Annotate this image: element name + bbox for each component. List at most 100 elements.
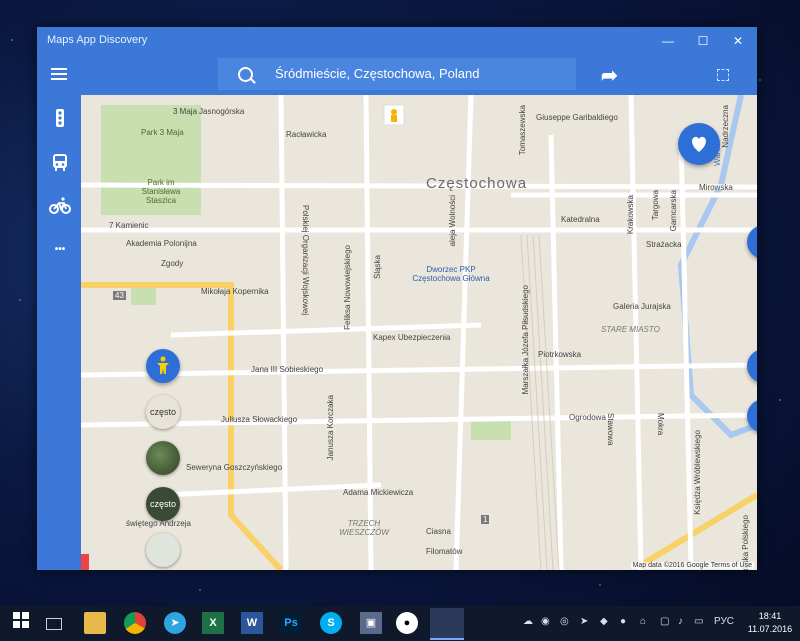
cloud-icon[interactable]: ☁ <box>523 616 533 627</box>
map-street-label: Ciasna <box>426 527 451 536</box>
map-street-label: aleja Wolności <box>448 195 457 247</box>
store-icon[interactable]: ▣ <box>360 612 382 634</box>
road-number-badge: 1 <box>481 515 490 524</box>
chrome-icon[interactable] <box>124 612 146 634</box>
map-style-satellite-thumb[interactable] <box>146 441 180 475</box>
telegram-icon[interactable]: ➤ <box>164 612 186 634</box>
maximize-button[interactable]: ☐ <box>688 31 718 51</box>
map-street-label: Garncarska <box>669 190 678 232</box>
network-icon[interactable]: ⌂ <box>640 616 646 627</box>
map-street-label: Feliksa Nowowiejskiego <box>343 245 352 330</box>
sidebar: ••• <box>37 95 81 570</box>
steam-icon[interactable]: ◉ <box>541 616 550 627</box>
map-street-label: Janusza Korczaka <box>326 395 335 461</box>
road-number-badge: 43 <box>113 291 126 300</box>
map-poi-label: Galeria Jurajska <box>613 302 671 311</box>
more-options-button[interactable]: ••• <box>49 239 71 261</box>
map-street-label: Księdza Wróblewskiego <box>693 430 702 515</box>
map-street-label: Racławicka <box>286 130 327 139</box>
map-style-default-thumb[interactable]: często <box>146 395 180 429</box>
search-box[interactable]: Śródmieście, Częstochowa, Poland <box>218 58 576 90</box>
map-street-label: 3 Maja <box>173 107 198 116</box>
file-explorer-icon[interactable] <box>84 612 106 634</box>
windows-logo-icon <box>13 612 29 628</box>
search-input[interactable]: Śródmieście, Częstochowa, Poland <box>275 66 480 81</box>
search-icon[interactable] <box>238 67 253 82</box>
compass-button[interactable] <box>747 225 757 259</box>
map-street-label: Jasnogórska <box>199 107 245 116</box>
clock-date: 11.07.2016 <box>747 624 793 634</box>
map-street-label: 7 Kamienic <box>109 221 149 230</box>
map-street-label: Giuseppe Garibaldiego <box>536 113 618 122</box>
telegram-tray-icon[interactable]: ➤ <box>580 616 588 627</box>
hamburger-menu-icon[interactable] <box>51 68 67 80</box>
map-street-label: Polskiej Organizacji Wojskowej <box>301 205 310 316</box>
map-district-label: TRZECH WIESZCZÓW <box>339 519 389 537</box>
map-street-label: Marszałka Józefa Piłsudskiego <box>521 285 530 395</box>
map-street-label: Strażacka <box>646 240 682 249</box>
photoshop-icon[interactable]: Ps <box>280 612 302 634</box>
map-street-label: Zgody <box>161 259 184 268</box>
favorites-button[interactable] <box>678 123 720 165</box>
map-park-label: Park im Stanisława Staszica <box>141 178 181 205</box>
security-icon[interactable]: ● <box>620 616 626 627</box>
map-canvas[interactable]: Częstochowa STARE MIASTO TRZECH WIESZCZÓ… <box>81 95 757 570</box>
taskbar: ➤ X W Ps S ▣ ● ☁ ◉ ◎ ➤ ◆ ● ⌂ ▢ ♪ ▭ РУС 1… <box>0 606 800 641</box>
notification-icon[interactable]: ▢ <box>660 616 669 627</box>
map-city-label: Częstochowa <box>426 175 528 192</box>
excel-icon[interactable]: X <box>202 612 224 634</box>
map-attribution[interactable]: Map data ©2016 Google Terms of Use <box>630 562 754 569</box>
shield-icon[interactable]: ◆ <box>600 616 608 627</box>
directions-icon[interactable]: ➦ <box>601 63 618 88</box>
map-street-label: Tomaszewska <box>518 105 527 156</box>
map-street-label: Śląska <box>373 255 382 280</box>
map-street-label: Nadrzeczna <box>721 105 730 148</box>
start-button[interactable] <box>10 612 32 634</box>
pegman-icon <box>157 356 169 374</box>
bicycle-icon[interactable] <box>49 195 71 217</box>
maps-taskbar-icon[interactable] <box>430 608 464 640</box>
maps-app-window: Maps App Discovery — ☐ ✕ Śródmieście, Cz… <box>37 27 757 570</box>
clock[interactable]: 18:41 11.07.2016 <box>745 610 795 636</box>
map-street-label: Seweryna Goszczyńskiego <box>186 463 283 472</box>
map-street-label: Ogrodowa <box>569 413 606 422</box>
clock-time: 18:41 <box>758 611 782 621</box>
fullscreen-icon[interactable] <box>717 69 729 81</box>
app-bar: Śródmieście, Częstochowa, Poland ➦ <box>37 55 757 95</box>
street-view-button[interactable] <box>146 349 180 383</box>
map-style-terrain-thumb[interactable] <box>146 533 180 567</box>
navigation-arrow-icon <box>747 225 757 259</box>
close-button[interactable]: ✕ <box>723 31 753 51</box>
language-indicator[interactable]: РУС <box>714 616 734 627</box>
steam-icon[interactable]: ◎ <box>560 616 569 627</box>
map-street-label: Stawowa <box>606 413 615 446</box>
map-street-label: Adama Mickiewicza <box>343 488 414 497</box>
map-street-label: Jana III Sobieskiego <box>251 365 324 374</box>
map-poi-label: Kapex Ubezpieczenia <box>373 333 451 342</box>
minimize-button[interactable]: — <box>653 31 683 51</box>
map-district-label: STARE MIASTO <box>601 325 660 334</box>
map-street-label: Mirowska <box>699 183 733 192</box>
map-street-label: Mikołaja Kopernika <box>201 287 269 296</box>
heart-icon <box>692 136 706 152</box>
map-poi-label: Akademia Polonijna <box>126 239 197 248</box>
map-street-label: Katedralna <box>561 215 600 224</box>
map-style-hybrid-thumb[interactable]: często <box>146 487 180 521</box>
task-view-icon[interactable] <box>46 618 62 630</box>
map-street-label: Juliusza Słowackiego <box>221 415 298 424</box>
map-street-label: Filomatów <box>426 547 463 556</box>
map-street-label: Targowa <box>651 190 660 221</box>
panda-icon[interactable]: ● <box>396 612 418 634</box>
map-street-label: Mokra <box>656 413 665 436</box>
keyboard-icon[interactable]: ▭ <box>694 616 703 627</box>
transit-icon[interactable] <box>49 151 71 173</box>
map-park-label: Park 3 Maja <box>141 128 184 137</box>
map-poi-label: Dworzec PKP Częstochowa Główna <box>412 265 490 283</box>
traffic-icon[interactable] <box>49 107 71 129</box>
skype-icon[interactable]: S <box>320 612 342 634</box>
window-title: Maps App Discovery <box>47 34 148 46</box>
map-street-label: Piotrkowska <box>538 350 582 359</box>
volume-icon[interactable]: ♪ <box>678 616 683 627</box>
word-icon[interactable]: W <box>241 612 263 634</box>
map-street-label: Krakowska <box>626 195 635 235</box>
